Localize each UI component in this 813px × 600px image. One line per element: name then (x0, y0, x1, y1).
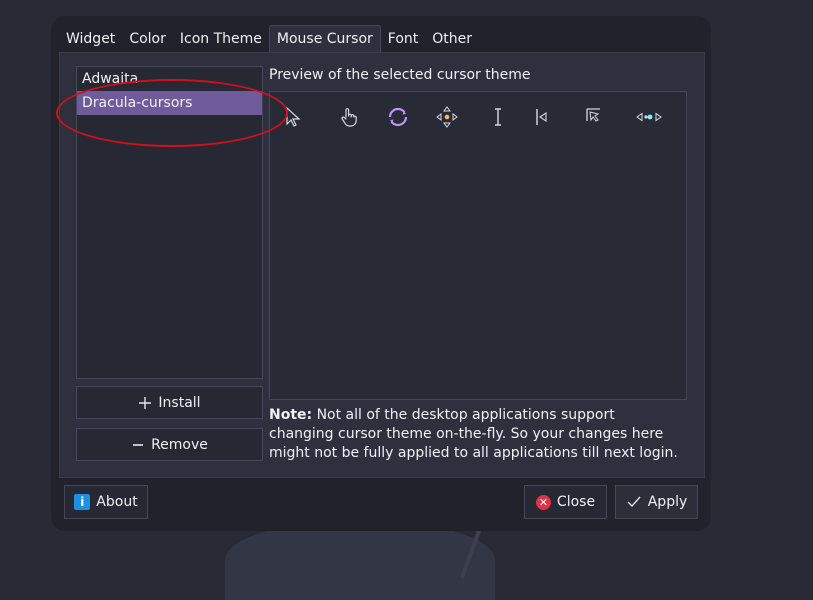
note-body: Not all of the desktop applications supp… (269, 407, 678, 461)
tab-icon-theme[interactable]: Icon Theme (173, 25, 269, 53)
about-button[interactable]: i About (64, 485, 148, 519)
remove-button[interactable]: Remove (76, 428, 263, 461)
close-button[interactable]: ✕ Close (524, 485, 607, 519)
busy-spinner-icon[interactable] (387, 106, 409, 128)
close-icon: ✕ (535, 494, 551, 510)
tab-other[interactable]: Other (425, 25, 479, 53)
theme-item-dracula-cursors[interactable]: Dracula-cursors (77, 91, 262, 115)
move-cursor-icon[interactable] (436, 106, 458, 128)
apply-label: Apply (647, 494, 688, 510)
note-label: Note: (269, 407, 313, 423)
checkmark-icon (627, 496, 641, 508)
preview-title: Preview of the selected cursor theme (269, 67, 531, 83)
remove-label: Remove (151, 436, 208, 453)
plus-icon (139, 396, 152, 409)
minus-icon (133, 443, 144, 446)
apply-button[interactable]: Apply (615, 485, 698, 519)
tab-color[interactable]: Color (122, 25, 173, 53)
note-text: Note: Not all of the desktop application… (269, 406, 679, 463)
mouse-cursor-panel: Adwaita Dracula-cursors Install Remove P… (59, 52, 705, 478)
cursor-preview-area (269, 91, 687, 400)
appearance-dialog: Widget Color Icon Theme Mouse Cursor Fon… (51, 16, 711, 531)
about-label: About (96, 494, 138, 510)
hand-pointer-icon[interactable] (338, 106, 360, 128)
tab-mouse-cursor[interactable]: Mouse Cursor (268, 25, 381, 53)
info-icon: i (74, 494, 91, 510)
wallpaper-shape (225, 520, 495, 600)
tab-font[interactable]: Font (381, 25, 425, 53)
resize-corner-icon[interactable] (583, 106, 605, 128)
resize-horizontal-icon[interactable] (636, 106, 662, 128)
install-button[interactable]: Install (76, 386, 263, 419)
cursor-theme-list[interactable]: Adwaita Dracula-cursors (76, 66, 263, 379)
text-ibeam-icon[interactable] (487, 106, 509, 128)
arrow-pointer-icon[interactable] (282, 106, 304, 128)
close-label: Close (556, 494, 596, 510)
resize-left-icon[interactable] (532, 106, 554, 128)
theme-item-adwaita[interactable]: Adwaita (77, 67, 262, 91)
install-label: Install (158, 394, 201, 411)
tab-widget[interactable]: Widget (59, 25, 122, 53)
tab-bar: Widget Color Icon Theme Mouse Cursor Fon… (59, 25, 479, 53)
